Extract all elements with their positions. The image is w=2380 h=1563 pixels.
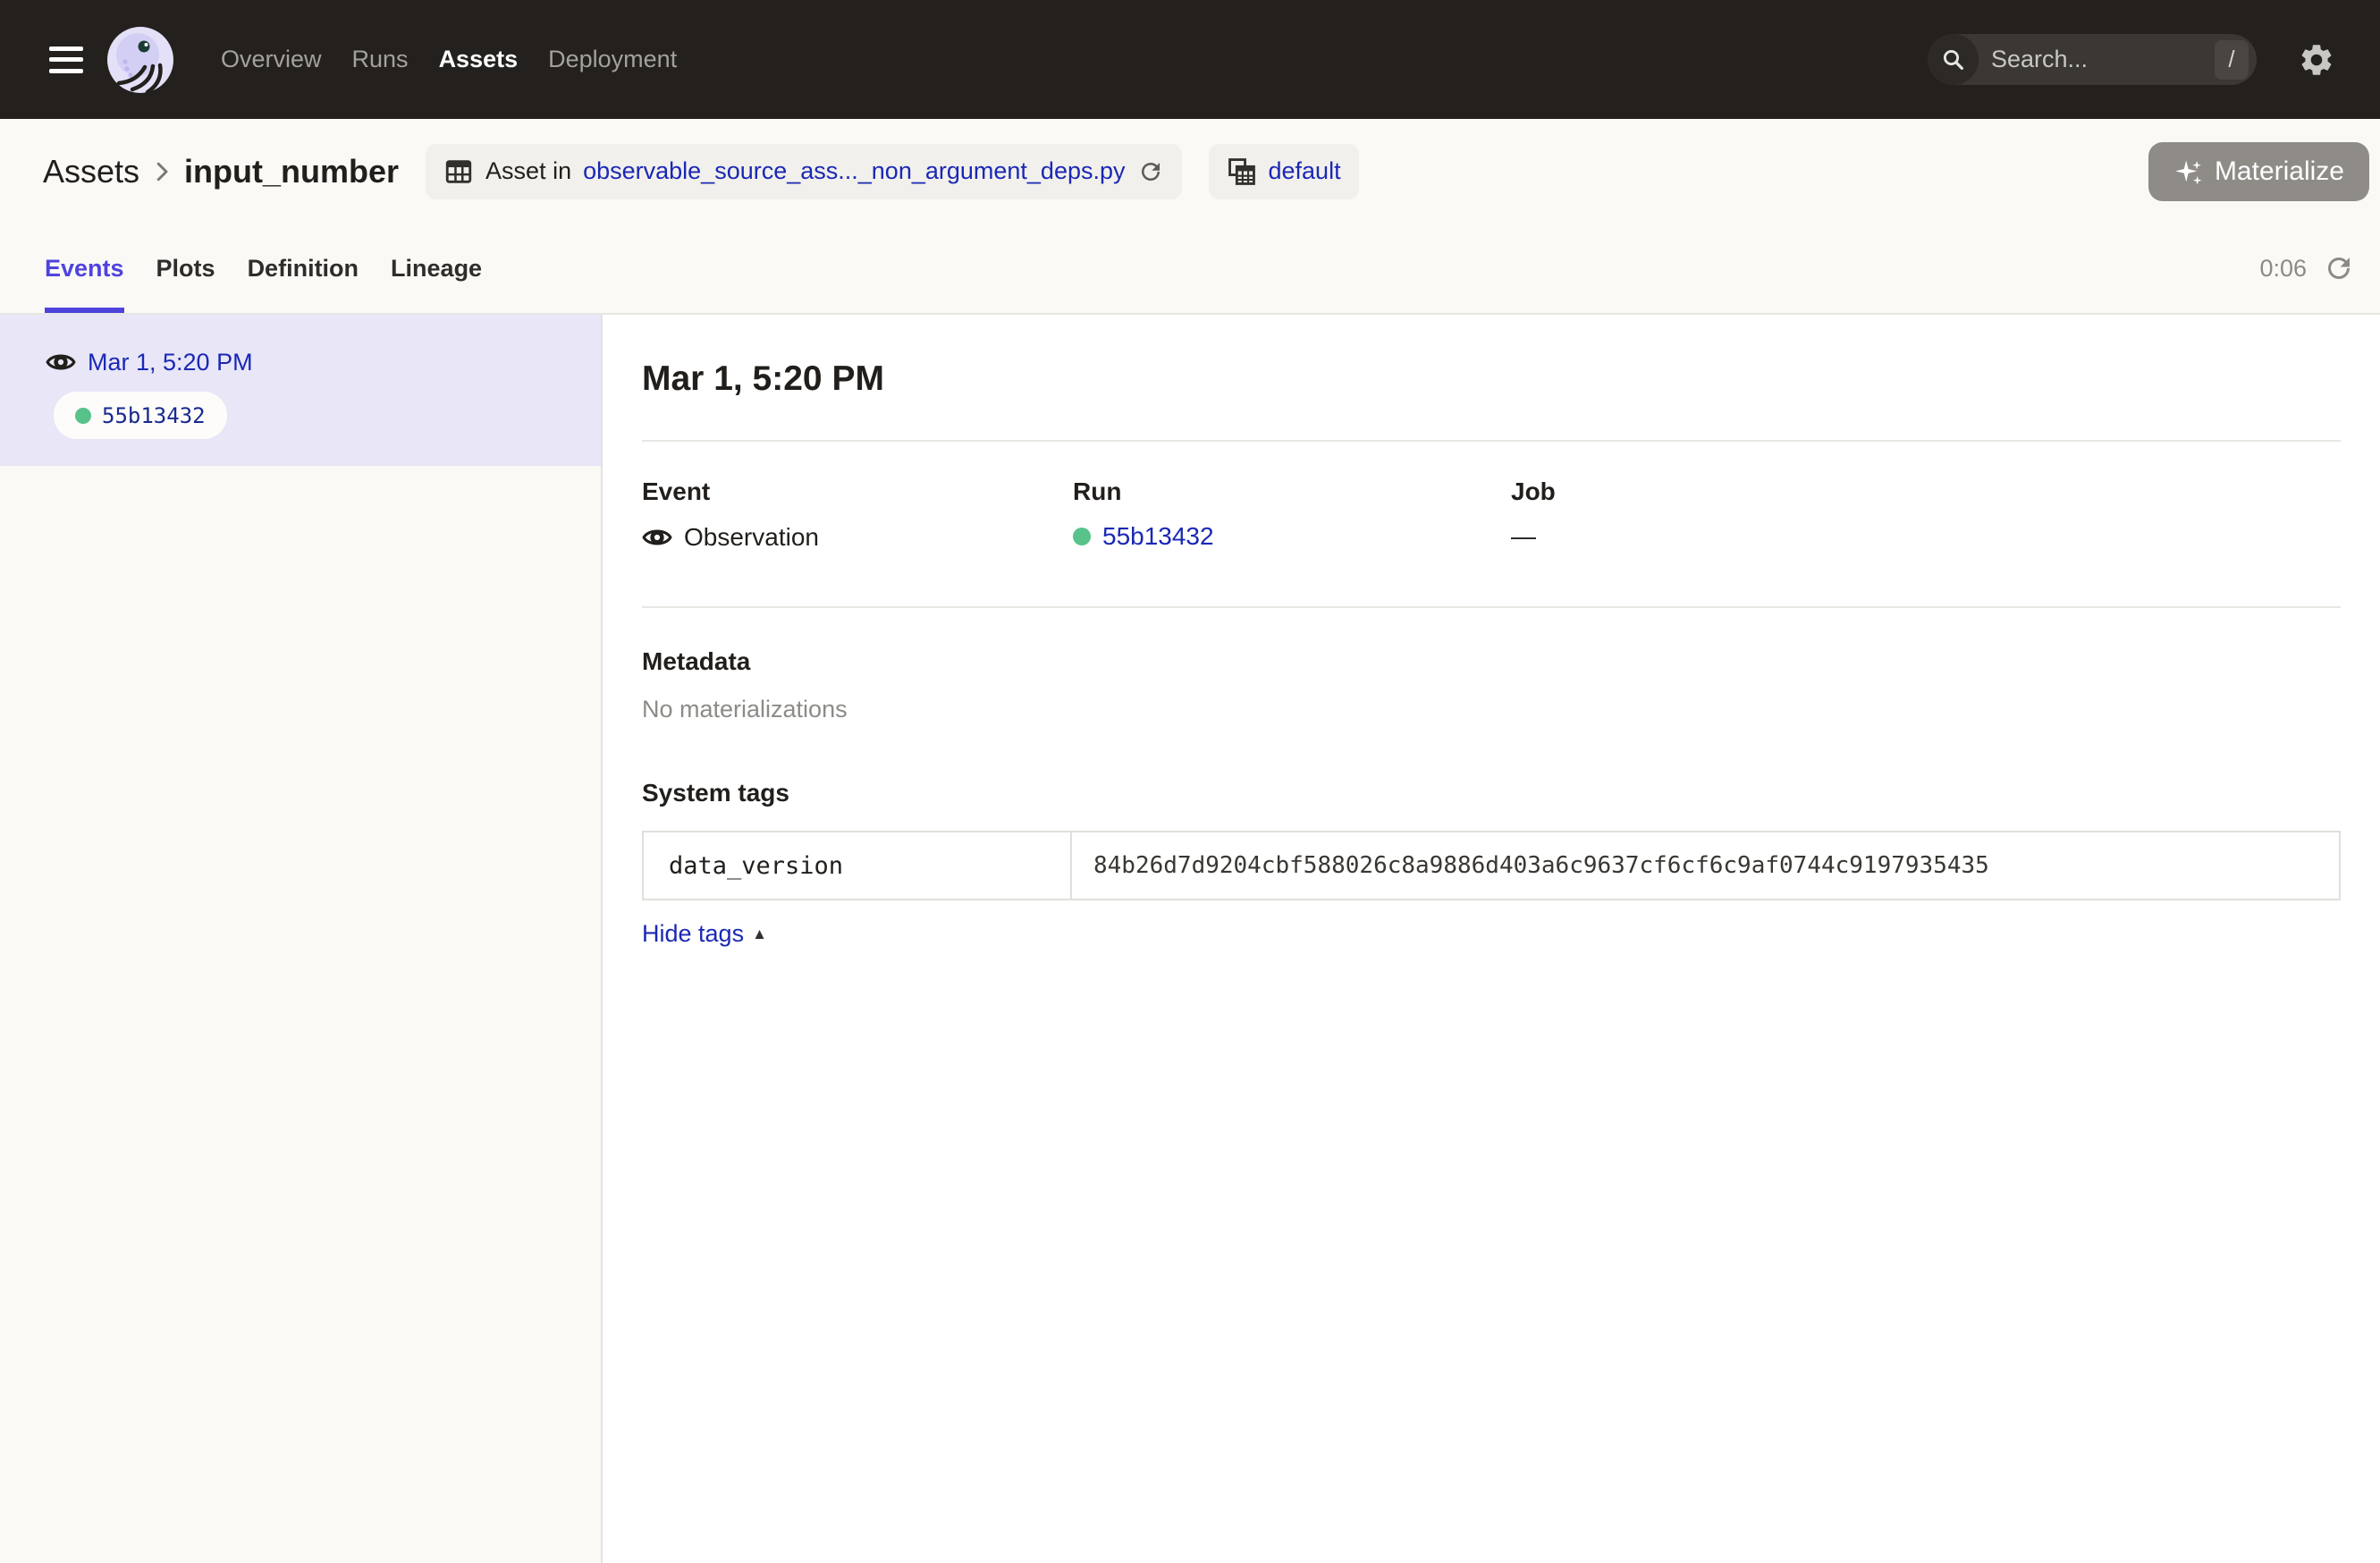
primary-nav: Overview Runs Assets Deployment [221,46,677,73]
refresh-icon[interactable] [2323,252,2355,284]
materialize-button[interactable]: Materialize [2148,142,2369,201]
search-input[interactable] [1979,46,2215,73]
table-row: data_version 84b26d7d9204cbf588026c8a988… [643,832,2340,900]
asset-header: Assets input_number Asset in observable_… [0,119,2380,224]
breadcrumb-assets-link[interactable]: Assets [43,153,139,190]
caret-up-icon: ▲ [752,925,767,943]
run-success-dot [1073,528,1091,545]
chevron-right-icon [148,158,175,185]
run-success-dot [75,408,91,424]
sparkle-icon [2173,156,2204,187]
tab-definition[interactable]: Definition [248,224,359,313]
run-id-label: 55b13432 [102,403,206,428]
top-navbar: Overview Runs Assets Deployment / [0,0,2380,119]
job-column-label: Job [1511,477,2341,506]
asset-in-label: Asset in [485,157,571,185]
tag-key-cell: data_version [643,832,1071,900]
settings-gear-icon[interactable] [2298,41,2335,79]
system-tags-section: System tags data_version 84b26d7d9204cbf… [642,779,2341,948]
event-type-value: Observation [684,523,819,552]
metadata-empty-text: No materializations [642,696,2341,723]
event-column-label: Event [642,477,1073,506]
dagster-app: Overview Runs Assets Deployment / Assets… [0,0,2380,1563]
asset-group-link[interactable]: default [1269,157,1341,185]
breadcrumb-current-asset: input_number [184,153,399,190]
event-heading: Mar 1, 5:20 PM [642,359,2341,399]
job-empty-value: — [1511,522,1536,551]
metadata-heading: Metadata [642,647,2341,676]
observation-eye-icon [46,347,76,377]
asset-tabs: Events Plots Definition Lineage 0:06 [0,224,2380,315]
divider [642,606,2341,608]
event-detail-columns: Event Observation Run 55b13432 Job [642,477,2341,553]
reload-definitions-icon[interactable] [1137,158,1164,185]
hide-tags-link[interactable]: Hide tags ▲ [642,920,767,948]
system-tags-heading: System tags [642,779,2341,807]
dagster-logo[interactable] [106,26,174,94]
repo-badge: default [1209,144,1359,199]
event-timestamp-link[interactable]: Mar 1, 5:20 PM [88,349,253,376]
tag-value-cell: 84b26d7d9204cbf588026c8a9886d403a6c9637c… [1071,832,2340,900]
nav-item-assets[interactable]: Assets [439,46,519,73]
nav-item-runs[interactable]: Runs [352,46,409,73]
search-icon [1928,34,1979,85]
event-detail-panel: Mar 1, 5:20 PM Event Observation Run 55b… [603,315,2380,1563]
run-column-label: Run [1073,477,1511,506]
asset-definition-link[interactable]: observable_source_ass..._non_argument_de… [583,157,1125,185]
run-id-link[interactable]: 55b13432 [1102,522,1214,551]
hide-tags-label: Hide tags [642,920,744,948]
nav-item-deployment[interactable]: Deployment [548,46,677,73]
asset-grid-icon [443,156,474,187]
nav-item-overview[interactable]: Overview [221,46,322,73]
global-search[interactable]: / [1928,34,2257,85]
asset-group-icon [1227,156,1257,187]
search-shortcut-key: / [2215,40,2249,80]
divider [642,440,2341,442]
refresh-countdown: 0:06 [2259,255,2307,283]
system-tags-table: data_version 84b26d7d9204cbf588026c8a988… [642,831,2341,900]
tab-plots[interactable]: Plots [156,224,215,313]
tab-events[interactable]: Events [45,224,124,313]
observation-eye-icon [642,522,672,553]
tab-lineage[interactable]: Lineage [391,224,482,313]
event-list-sidebar: Mar 1, 5:20 PM 55b13432 [0,315,603,1563]
metadata-section: Metadata No materializations [642,647,2341,723]
event-list-item[interactable]: Mar 1, 5:20 PM 55b13432 [0,315,601,466]
asset-location-badge: Asset in observable_source_ass..._non_ar… [426,144,1181,199]
run-id-badge[interactable]: 55b13432 [54,392,227,439]
materialize-label: Materialize [2215,156,2344,187]
menu-icon[interactable] [49,46,83,73]
